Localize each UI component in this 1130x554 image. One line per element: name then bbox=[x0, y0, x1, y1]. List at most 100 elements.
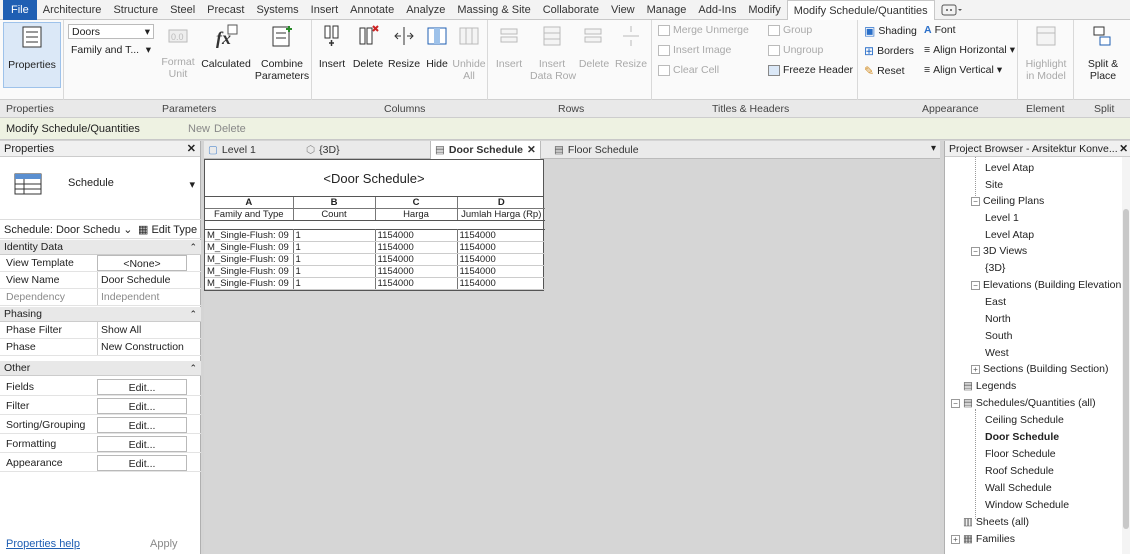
view-tab-floor-schedule[interactable]: ▤ Floor Schedule bbox=[550, 141, 643, 159]
tab-structure[interactable]: Structure bbox=[107, 0, 164, 20]
tab-insert[interactable]: Insert bbox=[305, 0, 345, 20]
clear-cell-button[interactable]: Clear Cell bbox=[658, 64, 719, 76]
expand-icon[interactable]: + bbox=[971, 364, 980, 374]
column-header[interactable]: Family and Type bbox=[205, 208, 294, 221]
appearance-edit-button[interactable]: Edit... bbox=[97, 455, 187, 471]
phase-field[interactable]: New Construction bbox=[97, 339, 187, 355]
apply-button[interactable]: Apply bbox=[150, 538, 178, 550]
tab-annotate[interactable]: Annotate bbox=[344, 0, 400, 20]
tab-systems[interactable]: Systems bbox=[250, 0, 304, 20]
table-cell[interactable]: 1 bbox=[293, 229, 376, 242]
table-cell[interactable]: 1 bbox=[293, 241, 376, 254]
tree-item-schedules[interactable]: − ▤ Schedules/Quantities (all) bbox=[951, 397, 1096, 409]
ungroup-button[interactable]: Ungroup bbox=[768, 44, 823, 56]
column-letter[interactable]: D bbox=[457, 197, 545, 209]
table-row[interactable]: M_Single-Flush: 09 1 1154000 1154000 bbox=[205, 241, 545, 254]
schedule-title[interactable]: <Door Schedule> bbox=[205, 160, 543, 197]
tree-item-level-atap-ceiling[interactable]: Level Atap bbox=[985, 229, 1034, 241]
close-icon[interactable]: ✕ bbox=[187, 142, 196, 155]
delete-row-button[interactable]: Delete bbox=[576, 24, 612, 70]
tree-item-site[interactable]: Site bbox=[985, 179, 1003, 191]
close-icon[interactable]: ✕ bbox=[1119, 143, 1128, 155]
table-cell[interactable]: 1 bbox=[293, 265, 376, 278]
table-cell[interactable]: 1 bbox=[293, 253, 376, 266]
tree-item-ceiling-schedule[interactable]: Ceiling Schedule bbox=[985, 414, 1064, 426]
filter-edit-button[interactable]: Edit... bbox=[97, 398, 187, 414]
resize-row-button[interactable]: Resize bbox=[612, 24, 650, 70]
table-cell[interactable]: 1154000 bbox=[375, 277, 458, 290]
tree-item-ceiling-plans[interactable]: − Ceiling Plans bbox=[971, 195, 1044, 207]
tree-item-sections[interactable]: + Sections (Building Section) bbox=[971, 363, 1108, 375]
properties-help-link[interactable]: Properties help bbox=[6, 538, 80, 550]
tab-collaborate[interactable]: Collaborate bbox=[537, 0, 605, 20]
borders-button[interactable]: ⊞ Borders bbox=[864, 44, 914, 58]
tree-item-west[interactable]: West bbox=[985, 347, 1009, 359]
delete-column-button[interactable]: Delete bbox=[350, 24, 386, 70]
formatting-edit-button[interactable]: Edit... bbox=[97, 436, 187, 452]
table-cell[interactable]: 1 bbox=[293, 277, 376, 290]
tab-steel[interactable]: Steel bbox=[164, 0, 201, 20]
table-cell[interactable]: 1154000 bbox=[457, 265, 545, 278]
table-cell[interactable]: 1154000 bbox=[457, 253, 545, 266]
contextual-tab-toggle[interactable] bbox=[941, 4, 963, 16]
font-button[interactable]: A Font bbox=[924, 24, 956, 36]
view-tab-3d[interactable]: ⬡ {3D} bbox=[302, 141, 344, 159]
tree-item-families[interactable]: + ▦ Families bbox=[951, 533, 1015, 545]
view-name-field[interactable]: Door Schedule bbox=[97, 272, 187, 288]
insert-image-button[interactable]: Insert Image bbox=[658, 44, 731, 56]
phase-filter-field[interactable]: Show All bbox=[97, 322, 187, 338]
table-cell[interactable]: 1154000 bbox=[375, 253, 458, 266]
properties-button[interactable]: Properties bbox=[3, 22, 61, 88]
calculated-button[interactable]: fx Calculated bbox=[198, 24, 254, 70]
instance-selector[interactable]: Schedule: Door Schedu ⌄ bbox=[4, 223, 132, 236]
tree-item-level-atap[interactable]: Level Atap bbox=[985, 162, 1034, 174]
edit-type-button[interactable]: ▦ Edit Type bbox=[138, 223, 197, 236]
tree-item-wall-schedule[interactable]: Wall Schedule bbox=[985, 482, 1052, 494]
tree-item-east[interactable]: East bbox=[985, 296, 1006, 308]
tab-dropdown-icon[interactable]: ▾ bbox=[931, 143, 936, 154]
column-header[interactable]: Harga bbox=[375, 208, 458, 221]
split-place-button[interactable]: Split & Place bbox=[1076, 24, 1130, 82]
tree-item-floor-schedule[interactable]: Floor Schedule bbox=[985, 448, 1056, 460]
tab-precast[interactable]: Precast bbox=[201, 0, 250, 20]
tree-item-window-schedule[interactable]: Window Schedule bbox=[985, 499, 1069, 511]
collapse-icon[interactable]: − bbox=[971, 196, 980, 206]
tree-item-south[interactable]: South bbox=[985, 330, 1012, 342]
project-browser-scrollbar[interactable] bbox=[1122, 157, 1130, 554]
close-icon[interactable]: ✕ bbox=[527, 144, 536, 156]
highlight-in-model-button[interactable]: Highlight in Model bbox=[1020, 24, 1072, 82]
tab-architecture[interactable]: Architecture bbox=[37, 0, 108, 20]
collapse-icon[interactable]: − bbox=[971, 280, 980, 290]
category-select[interactable]: Doors ▾ bbox=[68, 24, 154, 39]
unhide-all-button[interactable]: Unhide All bbox=[452, 24, 486, 82]
table-cell[interactable]: 1154000 bbox=[457, 277, 545, 290]
scrollbar-thumb[interactable] bbox=[1123, 209, 1129, 529]
tab-view[interactable]: View bbox=[605, 0, 641, 20]
merge-unmerge-button[interactable]: Merge Unmerge bbox=[658, 24, 749, 36]
format-unit-button[interactable]: 0.0 Format Unit bbox=[158, 24, 198, 80]
fields-edit-button[interactable]: Edit... bbox=[97, 379, 187, 395]
table-cell[interactable]: M_Single-Flush: 09 bbox=[205, 277, 294, 290]
group-identity-data[interactable]: Identity Data ⌃ bbox=[0, 240, 201, 255]
delete-button[interactable]: Delete bbox=[214, 123, 246, 135]
view-tab-door-schedule[interactable]: ▤ Door Schedule ✕ bbox=[430, 141, 541, 159]
tab-modify-schedule-quantities[interactable]: Modify Schedule/Quantities bbox=[786, 0, 935, 21]
tree-item-sheets[interactable]: ▥ Sheets (all) bbox=[963, 516, 1029, 528]
tree-item-elevations[interactable]: − Elevations (Building Elevation bbox=[971, 279, 1121, 291]
tree-item-north[interactable]: North bbox=[985, 313, 1011, 325]
insert-data-row-button[interactable]: Insert Data Row bbox=[530, 24, 576, 82]
align-vertical-button[interactable]: ≡ Align Vertical ▾ bbox=[924, 64, 1002, 76]
tab-analyze[interactable]: Analyze bbox=[400, 0, 451, 20]
table-row[interactable]: M_Single-Flush: 09 1 1154000 1154000 bbox=[205, 253, 545, 266]
family-type-select[interactable]: Family and T... ▾ bbox=[68, 42, 154, 57]
tree-item-level-1[interactable]: Level 1 bbox=[985, 212, 1019, 224]
view-tab-level-1[interactable]: ▢ Level 1 bbox=[204, 141, 260, 159]
insert-column-button[interactable]: Insert bbox=[314, 24, 350, 70]
hide-column-button[interactable]: Hide bbox=[422, 24, 452, 70]
column-letter[interactable]: C bbox=[375, 197, 458, 209]
table-cell[interactable]: M_Single-Flush: 09 bbox=[205, 241, 294, 254]
sorting-grouping-edit-button[interactable]: Edit... bbox=[97, 417, 187, 433]
table-cell[interactable]: M_Single-Flush: 09 bbox=[205, 265, 294, 278]
collapse-icon[interactable]: − bbox=[951, 398, 960, 408]
tree-item-3d[interactable]: {3D} bbox=[985, 262, 1005, 274]
